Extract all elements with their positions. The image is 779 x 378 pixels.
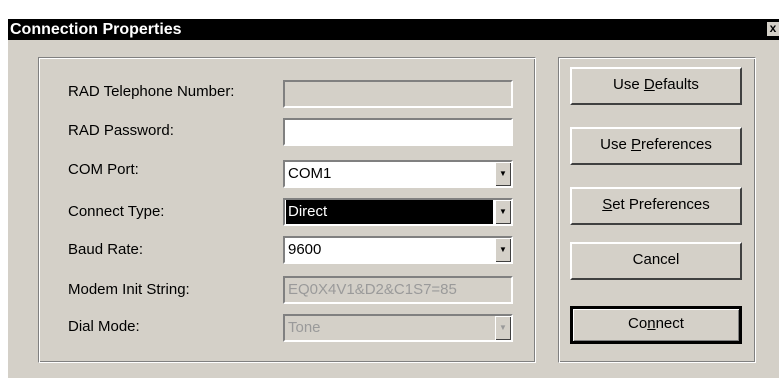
connect-type-value: Direct (286, 200, 493, 224)
dropdown-arrow-icon[interactable]: ▼ (495, 200, 511, 224)
dropdown-arrow-icon[interactable]: ▼ (495, 162, 511, 186)
dropdown-arrow-icon: ▼ (495, 316, 511, 340)
rad-password-label: RAD Password: (68, 122, 174, 139)
modem-init-field: EQ0X4V1&D2&C1S7=85 (283, 276, 513, 304)
button-label-post: nect (655, 315, 684, 332)
button-label-pre: Use (613, 76, 644, 93)
button-label-mnemonic: P (630, 136, 641, 153)
cancel-button[interactable]: Cancel (570, 242, 742, 280)
button-label-mnemonic: D (643, 76, 655, 93)
dial-mode-select: Tone ▼ (283, 314, 513, 342)
window-title: Connection Properties (10, 21, 182, 38)
use-preferences-button[interactable]: Use Preferences (570, 127, 742, 165)
button-label: Cancel (632, 251, 680, 268)
use-defaults-button[interactable]: Use Defaults (570, 67, 742, 105)
com-port-select[interactable]: COM1 ▼ (283, 160, 513, 188)
modem-init-label: Modem Init String: (68, 281, 190, 298)
rad-telephone-label: RAD Telephone Number: (68, 83, 235, 100)
button-label-post: et Preferences (612, 196, 710, 213)
button-label-post: efaults (654, 76, 699, 93)
baud-rate-value: 9600 (288, 241, 322, 258)
connect-type-select[interactable]: Direct ▼ (283, 198, 513, 226)
com-port-value: COM1 (288, 165, 332, 182)
baud-rate-select[interactable]: 9600 ▼ (283, 236, 513, 264)
button-label-mnemonic: n (647, 315, 656, 332)
dial-mode-value: Tone (288, 319, 321, 336)
baud-rate-label: Baud Rate: (68, 241, 144, 258)
title-bar[interactable]: Connection Properties x (8, 19, 779, 40)
modem-init-value: EQ0X4V1&D2&C1S7=85 (288, 281, 457, 298)
button-label-mnemonic: S (602, 196, 613, 213)
connect-button[interactable]: Connect (570, 306, 742, 344)
com-port-label: COM Port: (68, 161, 139, 178)
rad-telephone-field (283, 80, 513, 108)
connect-type-label: Connect Type: (68, 203, 165, 220)
button-label-post: references (640, 136, 712, 153)
dropdown-arrow-icon[interactable]: ▼ (495, 238, 511, 262)
rad-password-field[interactable] (283, 118, 513, 146)
close-icon[interactable]: x (767, 22, 779, 36)
button-label-pre: Co (628, 315, 648, 332)
dial-mode-label: Dial Mode: (68, 318, 140, 335)
set-preferences-button[interactable]: Set Preferences (570, 187, 742, 225)
button-label-pre: Use (600, 136, 631, 153)
